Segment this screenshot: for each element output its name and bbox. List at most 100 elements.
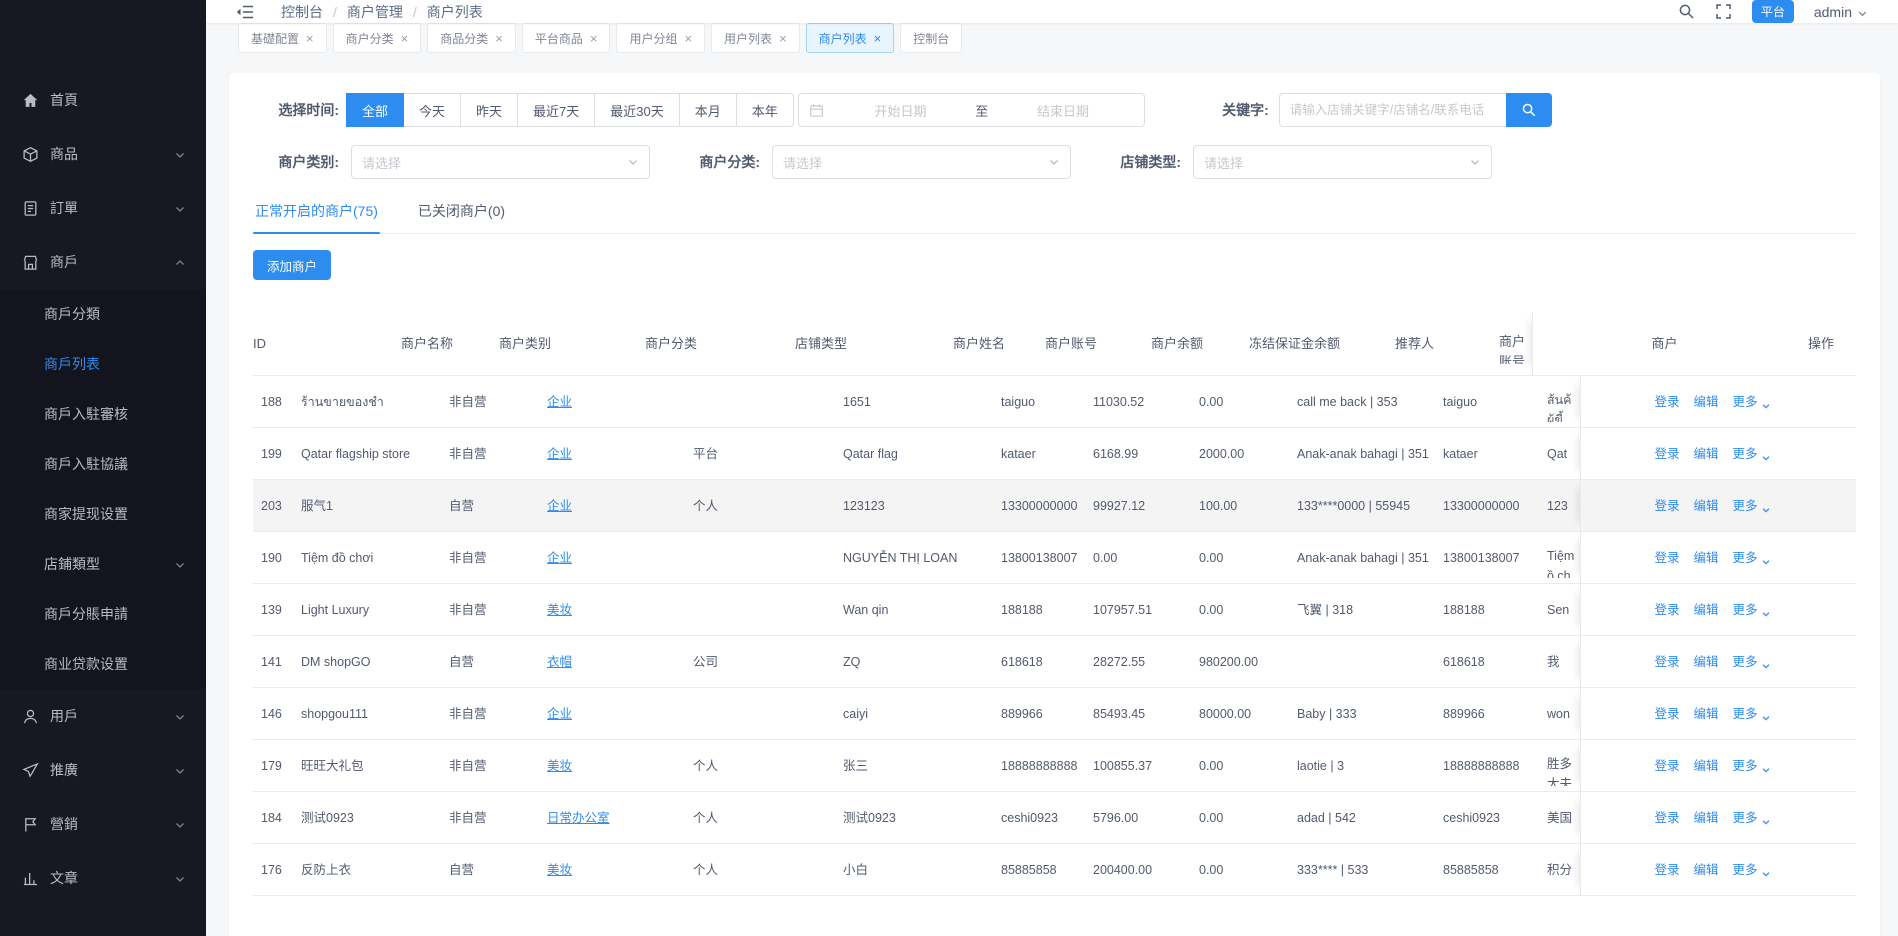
sidebar-item[interactable]: 首頁 [0,73,206,127]
end-date-placeholder[interactable]: 结束日期 [992,101,1134,120]
sidebar-item[interactable]: 店鋪類型 [0,539,206,589]
merchant-classification-link[interactable]: 衣帽 [547,655,572,669]
edit-action-link[interactable]: 编辑 [1693,704,1718,724]
breadcrumb-item[interactable]: 商户管理 [347,2,403,22]
merchant-classification-link[interactable]: 企业 [547,551,572,565]
edit-action-link[interactable]: 编辑 [1693,808,1718,828]
sidebar-item[interactable]: 訂單 [0,181,206,235]
tab-open-merchants[interactable]: 正常开启的商户(75) [253,197,380,233]
page-tab-chip[interactable]: 商品分类 × [427,23,516,53]
more-action-link[interactable]: 更多 [1733,704,1771,724]
tab-closed-merchants[interactable]: 已关闭商户(0) [416,197,507,233]
merchant-classification-link[interactable]: 企业 [547,395,572,409]
login-action-link[interactable]: 登录 [1654,600,1679,620]
sidebar-item[interactable]: 文章 [0,851,206,905]
merchant-classification-link[interactable]: 美妆 [547,603,572,617]
more-action-link[interactable]: 更多 [1733,392,1771,412]
login-action-link[interactable]: 登录 [1654,652,1679,672]
more-action-link[interactable]: 更多 [1733,444,1771,464]
more-action-link[interactable]: 更多 [1733,548,1771,568]
merchant-classification-link[interactable]: 日常办公室 [547,811,610,825]
breadcrumb-item[interactable]: 商户列表 [427,2,483,22]
login-action-link[interactable]: 登录 [1654,548,1679,568]
add-merchant-button[interactable]: 添加商户 [253,250,331,280]
sidebar-item[interactable]: 商业贷款设置 [0,639,206,689]
merchant-classification-link[interactable]: 企业 [547,707,572,721]
login-action-link[interactable]: 登录 [1654,704,1679,724]
login-action-link[interactable]: 登录 [1654,496,1679,516]
page-tab-chip[interactable]: 商户分类 × [333,23,422,53]
page-tab-chip[interactable]: 基礎配置 × [238,23,327,53]
edit-action-link[interactable]: 编辑 [1693,860,1718,880]
edit-action-link[interactable]: 编辑 [1693,548,1718,568]
edit-action-link[interactable]: 编辑 [1693,756,1718,776]
filter-select[interactable]: 请选择 [351,145,650,179]
time-range-button[interactable]: 昨天 [460,93,518,127]
login-action-link[interactable]: 登录 [1654,756,1679,776]
login-action-link[interactable]: 登录 [1654,860,1679,880]
sidebar-item[interactable]: 商品 [0,127,206,181]
page-tab-chip[interactable]: 控制台 [900,23,962,53]
close-icon[interactable]: × [590,32,598,45]
more-action-link[interactable]: 更多 [1733,652,1771,672]
edit-action-link[interactable]: 编辑 [1693,392,1718,412]
more-action-link[interactable]: 更多 [1733,496,1771,516]
start-date-placeholder[interactable]: 开始日期 [830,101,972,120]
close-icon[interactable]: × [779,32,787,45]
page-tab-chip[interactable]: 平台商品 × [522,23,611,53]
sidebar-item[interactable]: 商戶分賬申請 [0,589,206,639]
merchant-classification-link[interactable]: 企业 [547,447,572,461]
cell-actions: 登录 编辑 更多 [1580,584,1856,635]
sidebar-item[interactable]: 營銷 [0,797,206,851]
sidebar-item[interactable]: 用戶 [0,689,206,743]
more-action-link[interactable]: 更多 [1733,808,1771,828]
edit-action-link[interactable]: 编辑 [1693,496,1718,516]
login-action-link[interactable]: 登录 [1654,392,1679,412]
merchant-classification-link[interactable]: 美妆 [547,863,572,877]
keyword-input[interactable] [1279,93,1506,127]
time-range-button[interactable]: 本月 [679,93,737,127]
sidebar-item[interactable]: 商戶分類 [0,289,206,339]
table-header-cell: 商户名称 [401,326,499,362]
close-icon[interactable]: × [401,32,409,45]
time-range-button[interactable]: 今天 [403,93,461,127]
platform-badge[interactable]: 平台 [1752,0,1794,23]
more-action-link[interactable]: 更多 [1733,600,1771,620]
keyword-search-button[interactable] [1506,93,1552,127]
collapse-menu-icon[interactable] [235,2,255,22]
merchant-classification-link[interactable]: 美妆 [547,759,572,773]
close-icon[interactable]: × [684,32,692,45]
close-icon[interactable]: × [306,32,314,45]
breadcrumb-item[interactable]: 控制台 [281,2,323,22]
login-action-link[interactable]: 登录 [1654,808,1679,828]
sidebar-item[interactable]: 推廣 [0,743,206,797]
time-range-button[interactable]: 最近30天 [594,93,679,127]
page-tab-chip[interactable]: 商户列表 × [806,23,895,53]
date-range-picker[interactable]: 开始日期 至 结束日期 [798,93,1145,127]
fullscreen-icon[interactable] [1715,3,1732,20]
more-action-link[interactable]: 更多 [1733,756,1771,776]
filter-select[interactable]: 请选择 [772,145,1071,179]
sidebar-item[interactable]: 商戶列表 [0,339,206,389]
filter-select[interactable]: 请选择 [1193,145,1492,179]
page-tab-label: 商品分类 [440,30,488,47]
close-icon[interactable]: × [495,32,503,45]
page-tab-chip[interactable]: 用户分组 × [616,23,705,53]
more-action-link[interactable]: 更多 [1733,860,1771,880]
time-range-button[interactable]: 最近7天 [517,93,595,127]
sidebar-item[interactable]: 商戶入駐審核 [0,389,206,439]
merchant-classification-link[interactable]: 企业 [547,499,572,513]
edit-action-link[interactable]: 编辑 [1693,652,1718,672]
sidebar-item[interactable]: 商戶 [0,235,206,289]
close-icon[interactable]: × [874,32,882,45]
time-range-button[interactable]: 全部 [346,93,404,127]
edit-action-link[interactable]: 编辑 [1693,600,1718,620]
sidebar-item[interactable]: 商戶入駐協議 [0,439,206,489]
time-range-button[interactable]: 本年 [736,93,794,127]
search-icon[interactable] [1678,3,1695,20]
edit-action-link[interactable]: 编辑 [1693,444,1718,464]
admin-dropdown[interactable]: admin [1814,4,1868,20]
sidebar-item[interactable]: 商家提现设置 [0,489,206,539]
login-action-link[interactable]: 登录 [1654,444,1679,464]
page-tab-chip[interactable]: 用户列表 × [711,23,800,53]
